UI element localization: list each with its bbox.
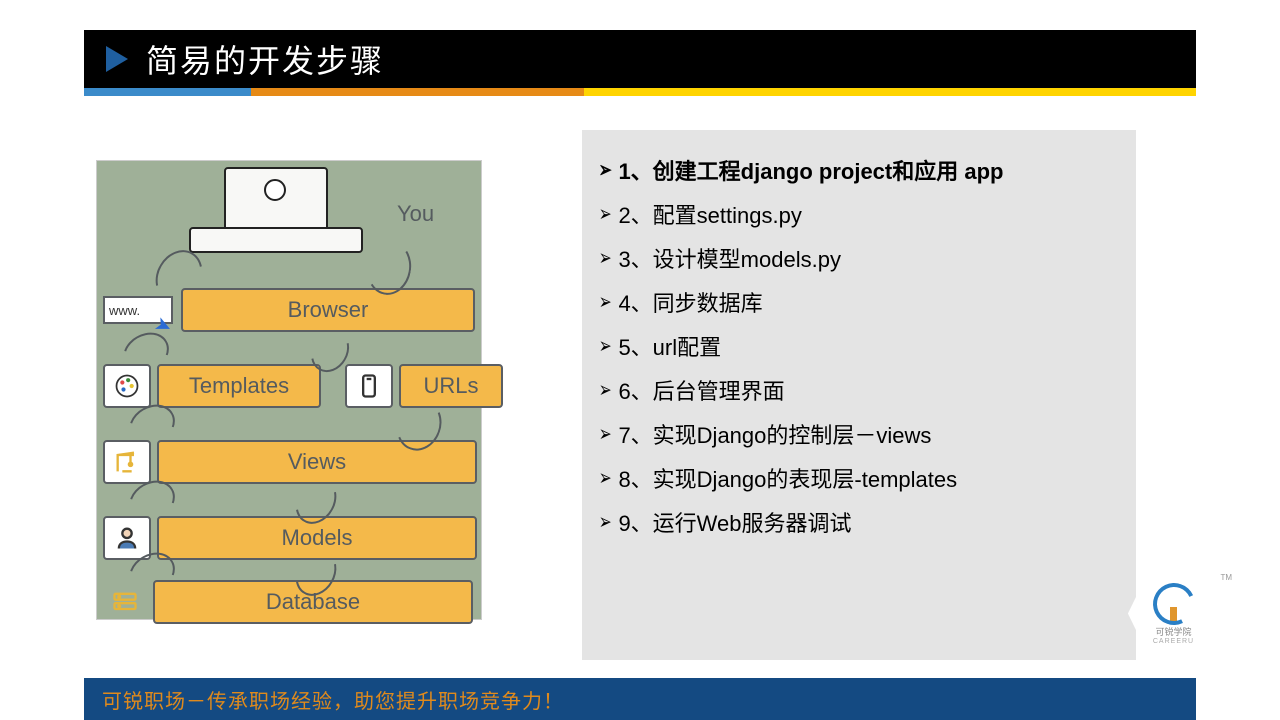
step-item: ➢4、同步数据库 (596, 286, 1122, 318)
chevron-icon: ➢ (599, 201, 612, 227)
steps-panel: ➢1、创建工程django project和应用 app ➢2、配置settin… (582, 130, 1136, 660)
urls-box: URLs (399, 364, 503, 408)
you-label: You (397, 201, 434, 227)
chevron-icon: ➢ (599, 157, 612, 183)
step-item: ➢7、实现Django的控制层－views (596, 418, 1122, 450)
slide-title: 简易的开发步骤 (146, 36, 384, 82)
step-item: ➢2、配置settings.py (596, 198, 1122, 230)
chevron-icon: ➢ (599, 509, 612, 535)
server-icon (103, 582, 147, 622)
views-row: Views (103, 439, 477, 485)
palette-icon (103, 364, 151, 408)
templates-box: Templates (157, 364, 321, 408)
django-flow-diagram: You www. Browser ➤ Templates URLs Views (96, 160, 482, 620)
step-item: ➢3、设计模型models.py (596, 242, 1122, 274)
accent-strip (84, 88, 1196, 96)
laptop-icon (189, 167, 359, 257)
phone-icon (345, 364, 393, 408)
step-item: ➢8、实现Django的表现层-templates (596, 462, 1122, 494)
chevron-icon: ➢ (599, 421, 612, 447)
step-item: ➢6、后台管理界面 (596, 374, 1122, 406)
chevron-icon: ➢ (599, 465, 612, 491)
brand-logo: 可锐学院 CAREERU (1125, 565, 1220, 660)
footer-bar: 可锐职场－传承职场经验，助您提升职场竞争力！ (84, 678, 1196, 720)
slide: 简易的开发步骤 You www. Browser ➤ Templates URL… (0, 0, 1280, 720)
chevron-icon: ➢ (599, 289, 612, 315)
database-box: Database (153, 580, 473, 624)
views-box: Views (157, 440, 477, 484)
database-row: Database (103, 579, 473, 625)
browser-box: Browser (181, 288, 475, 332)
person-icon (103, 516, 151, 560)
tm-mark: TM (1220, 573, 1232, 582)
crane-icon (103, 440, 151, 484)
footer-text: 可锐职场－传承职场经验，助您提升职场竞争力！ (102, 685, 564, 714)
templates-row: Templates URLs (103, 363, 503, 409)
chevron-icon: ➢ (599, 377, 612, 403)
chevron-icon: ➢ (599, 333, 612, 359)
models-row: Models (103, 515, 477, 561)
models-box: Models (157, 516, 477, 560)
step-item: ➢1、创建工程django project和应用 app (596, 154, 1122, 186)
step-item: ➢9、运行Web服务器调试 (596, 506, 1122, 538)
title-bar: 简易的开发步骤 (84, 30, 1196, 88)
triangle-icon (106, 46, 128, 72)
chevron-icon: ➢ (599, 245, 612, 271)
step-item: ➢5、url配置 (596, 330, 1122, 362)
